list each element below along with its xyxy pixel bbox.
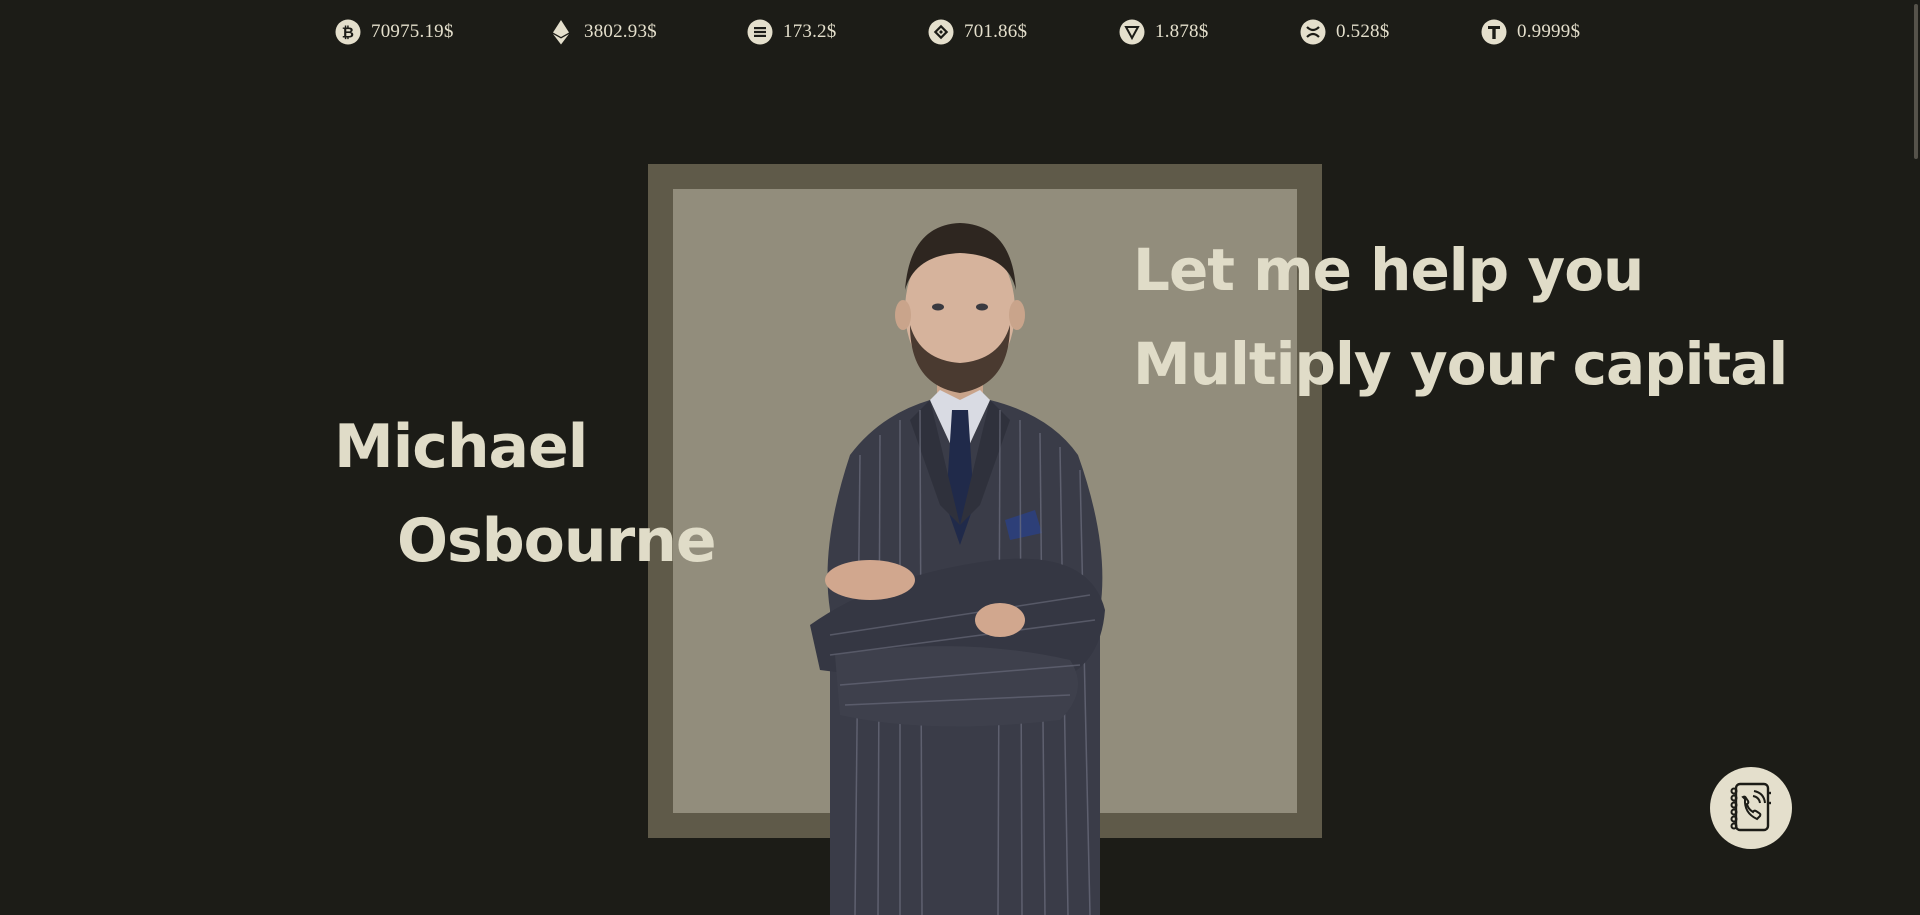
tron-icon [1119,19,1145,45]
ticker-price: 1.878$ [1155,21,1209,42]
contact-button[interactable] [1710,767,1792,849]
last-name-heading: Osbourne [397,506,717,576]
ticker-price: 0.528$ [1336,21,1390,42]
ticker-item-bitcoin: ₿ 70975.19$ [335,18,454,46]
ticker-item-tether: 0.9999$ [1481,18,1580,46]
portrait-image [760,215,1160,915]
ticker-price: 173.2$ [783,21,837,42]
xrp-icon [1300,19,1326,45]
first-name-heading: Michael [334,412,588,482]
phone-contact-book-icon [1726,781,1776,835]
ticker-item-solana: 173.2$ [747,18,836,46]
ticker-price: 70975.19$ [371,21,454,42]
crypto-ticker: ₿ 70975.19$ 3802.93$ 173.2$ 701.86$ 1.87… [0,0,1920,64]
tagline-line-2: Multiply your capital [1133,330,1788,398]
ticker-price: 3802.93$ [584,21,657,42]
solana-icon [747,19,773,45]
landing-page: ₿ 70975.19$ 3802.93$ 173.2$ 701.86$ 1.87… [0,0,1920,915]
tagline-line-1: Let me help you [1133,236,1644,304]
ticker-item-xrp: 0.528$ [1300,18,1389,46]
ticker-item-bnb: 701.86$ [928,18,1027,46]
ticker-price: 701.86$ [964,21,1028,42]
svg-text:₿: ₿ [342,24,354,42]
ticker-item-tron: 1.878$ [1119,18,1208,46]
ticker-item-ethereum: 3802.93$ [548,18,657,46]
vertical-scrollbar[interactable] [1910,0,1920,915]
scrollbar-thumb[interactable] [1914,4,1918,159]
ticker-price: 0.9999$ [1517,21,1581,42]
bitcoin-icon: ₿ [335,19,361,45]
bnb-icon [928,19,954,45]
ethereum-icon [548,19,574,45]
tether-icon [1481,19,1507,45]
